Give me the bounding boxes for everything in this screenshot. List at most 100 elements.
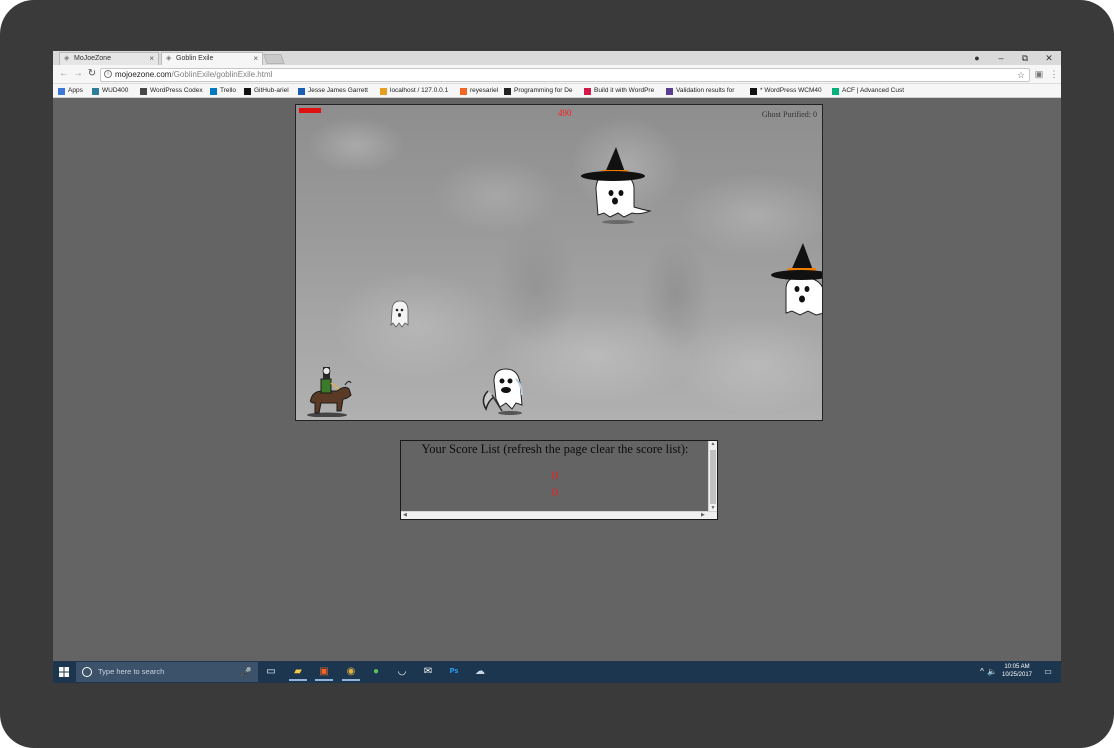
tab-strip: ◈ MoJoeZone × ◈ Goblin Exile × ● – ⧉ ✕	[53, 51, 1061, 65]
p-icon	[504, 88, 511, 95]
bookmark-item[interactable]: WUD400	[92, 86, 136, 96]
game-canvas[interactable]: 490 Ghost Purified: 0	[295, 104, 823, 421]
new-tab-button[interactable]	[263, 54, 285, 64]
game-timer: 490	[558, 108, 572, 118]
reload-button[interactable]: ↻	[86, 68, 98, 80]
action-center-icon[interactable]: ▭	[1039, 661, 1057, 683]
score-item: 0	[552, 485, 558, 499]
tab-label: MoJoeZone	[74, 55, 111, 62]
bookmark-item[interactable]: Validation results for	[666, 86, 746, 96]
taskbar-search-input[interactable]: Type here to search 🎤	[76, 662, 258, 682]
black-square-icon	[750, 88, 757, 95]
bookmark-label: GitHub-ariel	[254, 87, 289, 94]
minimize-button[interactable]: –	[989, 51, 1013, 65]
page-icon: ◈	[166, 55, 172, 62]
file-explorer-icon[interactable]: ▰	[289, 664, 307, 681]
address-bar[interactable]: i mojoezone.com/GoblinExile/goblinExile.…	[100, 68, 1030, 82]
tab-mojoezone[interactable]: ◈ MoJoeZone ×	[59, 52, 159, 65]
vertical-scrollbar[interactable]: ▲ ▼	[708, 441, 717, 512]
health-bar	[299, 108, 321, 113]
chrome-icon[interactable]: ◉	[342, 664, 360, 681]
task-view-icon[interactable]: ▭	[262, 664, 280, 681]
witch-hat-ghost-sprite	[581, 147, 652, 224]
bookmark-item[interactable]: reyesariel	[460, 86, 500, 96]
bookmark-label: Jesse James Garrett	[308, 87, 368, 94]
scroll-left-icon[interactable]: ◀	[403, 512, 407, 519]
cloud-app-icon[interactable]: ☁	[471, 664, 489, 681]
cortana-icon	[82, 667, 92, 677]
info-icon[interactable]: i	[104, 70, 112, 78]
taskbar-clock[interactable]: 10:05 AM 10/25/2017	[997, 663, 1037, 679]
mask-icon[interactable]: ◡	[393, 664, 411, 681]
browser-toolbar: ← → ↻ i mojoezone.com/GoblinExile/goblin…	[53, 65, 1061, 84]
small-ghost-sprite	[390, 300, 409, 328]
bookmark-label: ACF | Advanced Cust	[842, 87, 905, 94]
mail-icon[interactable]: ✉	[419, 664, 437, 681]
bookmark-item[interactable]: Apps	[58, 86, 88, 96]
url-host: mojoezone.com	[115, 70, 172, 79]
forward-button[interactable]: →	[72, 68, 84, 80]
scroll-right-icon[interactable]: ▶	[701, 512, 705, 519]
github-icon	[244, 88, 251, 95]
xampp-icon[interactable]: ▣	[315, 664, 333, 681]
back-button[interactable]: ←	[58, 68, 70, 80]
bookmark-label: Apps	[68, 87, 83, 94]
volume-mute-icon[interactable]: 🔈	[987, 661, 997, 683]
bookmark-label: WordPress Codex	[150, 87, 203, 94]
bookmark-item[interactable]: GitHub-ariel	[244, 86, 294, 96]
windows-start-icon[interactable]	[53, 661, 75, 683]
bookmark-item[interactable]: ACF | Advanced Cust	[832, 86, 906, 96]
trello-icon	[210, 88, 217, 95]
orange-box-icon	[460, 88, 467, 95]
score-list-title: Your Score List (refresh the page clear …	[421, 442, 689, 456]
bookmark-label: * WordPress WCM40	[760, 87, 822, 94]
page-content: 490 Ghost Purified: 0 Your Score List (r…	[53, 98, 1061, 661]
bookmark-item[interactable]: WordPress Codex	[140, 86, 206, 96]
close-window-button[interactable]: ✕	[1037, 51, 1061, 65]
tab-close-icon[interactable]: ×	[253, 53, 258, 65]
scrollbar-thumb[interactable]	[710, 450, 716, 504]
wordpress-icon	[140, 88, 147, 95]
bookmark-item[interactable]: localhost / 127.0.0.1	[380, 86, 456, 96]
bookmark-item[interactable]: Build it with WordPre	[584, 86, 662, 96]
restore-button[interactable]: ⧉	[1013, 51, 1037, 65]
bookmarks-bar: Apps WUD400 WordPress Codex Trello GitHub-ar…	[53, 84, 1061, 98]
extension-icon[interactable]: ▣	[1034, 69, 1044, 79]
bookmark-label: Programming for De	[514, 87, 573, 94]
horseman-player-sprite	[307, 367, 352, 417]
tray-chevron-icon[interactable]: ^	[977, 661, 987, 683]
bookmark-item[interactable]: Jesse James Garrett	[298, 86, 376, 96]
scroll-up-icon[interactable]: ▲	[709, 441, 717, 447]
profile-icon[interactable]: ●	[965, 51, 989, 65]
microphone-icon[interactable]: 🎤	[241, 662, 252, 682]
tab-close-icon[interactable]: ×	[149, 53, 154, 65]
bookmark-star-icon[interactable]: ☆	[1017, 69, 1025, 81]
tab-goblin-exile[interactable]: ◈ Goblin Exile ×	[161, 52, 263, 65]
apps-grid-icon	[58, 88, 65, 95]
bookmark-label: WUD400	[102, 87, 129, 94]
search-placeholder: Type here to search	[98, 667, 165, 676]
clock-date: 10/25/2017	[1001, 672, 1033, 678]
horizontal-scrollbar[interactable]: ◀ ▶	[401, 511, 717, 519]
bookmark-label: Build it with WordPre	[594, 87, 655, 94]
score-list[interactable]: Your Score List (refresh the page clear …	[400, 440, 718, 520]
bookmark-label: localhost / 127.0.0.1	[390, 87, 449, 94]
blue-square-icon	[298, 88, 305, 95]
bookmark-item[interactable]: Trello	[210, 86, 240, 96]
menu-kebab-icon[interactable]: ⋮	[1049, 69, 1059, 79]
tab-label: Goblin Exile	[176, 55, 214, 62]
bookmark-label: reyesariel	[470, 87, 499, 94]
bookmark-item[interactable]: Programming for De	[504, 86, 580, 96]
phpmyadmin-icon	[380, 88, 387, 95]
taskbar: Type here to search 🎤 ▭ ▰ ▣ ◉ ● ◡ ✉ Ps ☁…	[53, 661, 1061, 683]
clock-time: 10:05 AM	[1004, 664, 1030, 670]
w3c-icon	[666, 88, 673, 95]
ghost-purified-counter: Ghost Purified: 0	[761, 110, 817, 119]
photoshop-icon[interactable]: Ps	[445, 664, 463, 681]
bookmark-label: Trello	[220, 87, 237, 94]
bookmark-item[interactable]: * WordPress WCM40	[750, 86, 828, 96]
hmm-icon	[92, 88, 99, 95]
acf-icon	[832, 88, 839, 95]
green-app-icon[interactable]: ●	[367, 664, 385, 681]
bookmark-label: Validation results for	[676, 87, 735, 94]
